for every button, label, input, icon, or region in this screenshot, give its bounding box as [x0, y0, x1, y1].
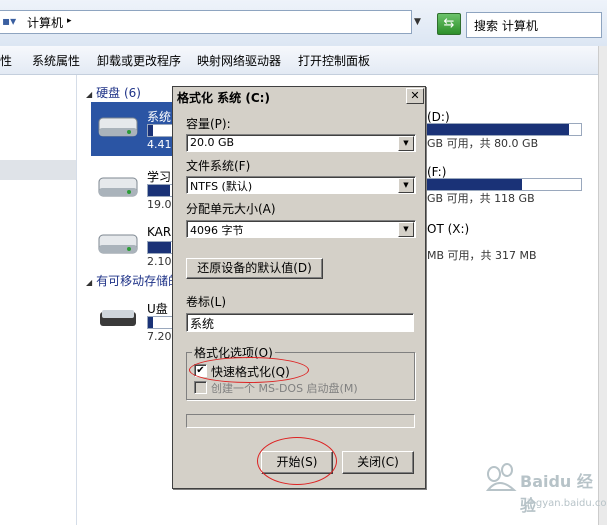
drive-size-text: 2.10 [147, 255, 172, 268]
drive-name[interactable]: U盘 [147, 300, 168, 317]
drive-name[interactable]: 系统 [147, 108, 171, 125]
chevron-down-icon[interactable]: ▼ [398, 178, 414, 193]
address-box[interactable]: ▪▾ 计算机 ▸ [0, 10, 412, 34]
close-button[interactable]: 关闭(C) [342, 451, 414, 474]
hard-drive-icon[interactable] [96, 170, 142, 200]
command-bar: 性 系统属性 卸载或更改程序 映射网络驱动器 打开控制面板 [0, 46, 607, 75]
drive-capacity-text: GB 可用，共 118 GB [427, 192, 535, 205]
drive-usage-fill [148, 317, 153, 328]
allocation-select[interactable]: 4096 字节 ▼ [186, 220, 416, 238]
drive-size-text: 7.20 [147, 330, 172, 343]
address-bar-area: ▪▾ 计算机 ▸ ▼ ⇆ 搜索 计算机 [0, 0, 607, 47]
collapse-icon: ◢ [86, 278, 93, 287]
computer-icon: ▪▾ [2, 14, 17, 28]
drive-capacity-text: MB 可用，共 317 MB [427, 249, 537, 262]
drive-usage-fill [425, 124, 569, 135]
drive-name[interactable]: 学习 [147, 168, 171, 185]
nav-selected-item[interactable] [0, 160, 76, 180]
drive-capacity-text: GB 可用，共 80.0 GB [427, 137, 539, 150]
drive-size-text: 19.0 [147, 198, 172, 211]
drive-usage-fill [148, 125, 153, 136]
restore-defaults-button[interactable]: 还原设备的默认值(D) [186, 258, 323, 279]
cmd-map-drive[interactable]: 映射网络驱动器 [197, 52, 281, 69]
drive-usage-fill [425, 179, 522, 190]
cmd-control-panel[interactable]: 打开控制面板 [298, 52, 370, 69]
drive-usage-fill [148, 185, 170, 196]
drive-usage-fill [148, 242, 171, 253]
dialog-title-bar[interactable]: 格式化 系统 (C:) [174, 88, 424, 106]
group-hard-disks[interactable]: ◢ 硬盘 (6) [86, 84, 141, 101]
dialog-title: 格式化 系统 (C:) [177, 91, 270, 105]
cmd-uninstall[interactable]: 卸载或更改程序 [97, 52, 181, 69]
highlight-quick-format [189, 357, 309, 383]
usb-drive-icon[interactable] [96, 302, 142, 332]
drive-usage-bar [147, 184, 173, 197]
filesystem-label: 文件系统(F) [186, 159, 251, 173]
cmd-system-properties[interactable]: 系统属性 [32, 52, 80, 69]
hard-drive-icon[interactable] [96, 227, 142, 257]
scrollbar[interactable] [598, 46, 607, 525]
collapse-icon: ◢ [86, 90, 93, 99]
msdos-checkbox [194, 381, 207, 394]
dropdown-arrow-icon[interactable]: ▼ [414, 17, 421, 27]
breadcrumb-computer[interactable]: 计算机 [27, 14, 63, 31]
drive-letter[interactable]: (F:) [427, 165, 446, 179]
chevron-down-icon[interactable]: ▼ [398, 136, 414, 151]
watermark-url: jingyan.baidu.com [524, 498, 607, 509]
search-input[interactable]: 搜索 计算机 [466, 12, 602, 38]
drive-usage-bar [147, 241, 173, 254]
hard-drive-icon[interactable] [96, 110, 142, 140]
highlight-start [257, 437, 337, 485]
group-removable[interactable]: ◢ 有可移动存储的 [86, 272, 180, 289]
volume-label-input[interactable]: 系统 [186, 313, 414, 332]
format-dialog: 格式化 系统 (C:) ✕ 容量(P): 20.0 GB ▼ 文件系统(F) NT… [172, 86, 426, 489]
drive-letter[interactable]: OT (X:) [427, 222, 469, 236]
cmd-properties[interactable]: 性 [0, 52, 12, 69]
drive-usage-bar [147, 316, 173, 329]
capacity-select[interactable]: 20.0 GB ▼ [186, 134, 416, 152]
refresh-icon[interactable]: ⇆ [437, 13, 461, 35]
capacity-label: 容量(P): [186, 117, 231, 131]
drive-letter[interactable]: (D:) [427, 110, 450, 124]
chevron-down-icon[interactable]: ▸ [67, 16, 72, 26]
navigation-pane[interactable] [0, 75, 77, 525]
drive-usage-bar [424, 235, 580, 246]
watermark: Baidu 经验 jingyan.baidu.com [474, 458, 607, 515]
drive-size-text: 4.41 [147, 138, 172, 151]
drive-usage-bar [147, 124, 173, 137]
volume-label: 卷标(L) [186, 295, 227, 309]
close-icon[interactable]: ✕ [406, 88, 424, 104]
chevron-down-icon[interactable]: ▼ [398, 222, 414, 237]
format-progress-bar [186, 414, 415, 428]
allocation-label: 分配单元大小(A) [186, 202, 276, 216]
filesystem-select[interactable]: NTFS (默认) ▼ [186, 176, 416, 194]
